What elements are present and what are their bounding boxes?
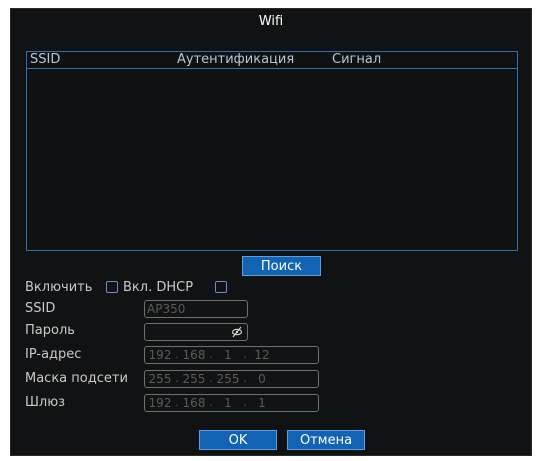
list-header: SSID Аутентификация Сигнал <box>27 52 517 69</box>
mask-octet-1: 255 <box>148 372 172 386</box>
mask-octet-4: 0 <box>258 372 266 386</box>
octet-separator: . <box>175 396 179 409</box>
octet-separator: . <box>209 372 213 385</box>
ip-label: IP-адрес <box>25 347 82 362</box>
column-authentication: Аутентификация <box>177 52 295 67</box>
column-signal: Сигнал <box>332 52 382 67</box>
dialog-title: Wifi <box>258 14 284 29</box>
ip-octet-2: 168 <box>182 348 206 362</box>
ssid-label: SSID <box>25 301 56 316</box>
octet-separator: . <box>209 396 213 409</box>
octet-separator: . <box>243 396 247 409</box>
password-input[interactable] <box>144 323 248 341</box>
enable-label: Включить <box>25 280 93 295</box>
password-label: Пароль <box>25 323 75 338</box>
gateway-octet-3: 1 <box>224 396 232 410</box>
ssid-input[interactable]: AP350 <box>144 300 248 318</box>
mask-octet-3: 255 <box>216 372 240 386</box>
column-ssid: SSID <box>30 52 61 67</box>
octet-separator: . <box>175 372 179 385</box>
wifi-network-list[interactable]: SSID Аутентификация Сигнал <box>26 51 518 251</box>
wifi-dialog: Wifi SSID Аутентификация Сигнал Поиск Вк… <box>10 8 532 456</box>
dhcp-checkbox[interactable] <box>215 281 227 293</box>
enable-checkbox[interactable] <box>106 281 118 293</box>
mask-octet-2: 255 <box>182 372 206 386</box>
ssid-value: AP350 <box>147 302 186 316</box>
octet-separator: . <box>209 348 213 361</box>
ip-octet-3: 1 <box>224 348 232 362</box>
search-button[interactable]: Поиск <box>242 256 321 276</box>
ok-button[interactable]: OK <box>199 430 277 450</box>
subnet-mask-input[interactable]: 255 . 255 . 255 . 0 <box>144 370 319 388</box>
gateway-octet-2: 168 <box>182 396 206 410</box>
cancel-button[interactable]: Отмена <box>287 430 365 450</box>
octet-separator: . <box>243 348 247 361</box>
gateway-octet-1: 192 <box>148 396 172 410</box>
ip-octet-4: 12 <box>254 348 270 362</box>
octet-separator: . <box>175 348 179 361</box>
gateway-label: Шлюз <box>25 395 66 410</box>
mask-label: Маска подсети <box>25 371 128 386</box>
ip-octet-1: 192 <box>148 348 172 362</box>
dhcp-label: Вкл. DHCP <box>123 280 194 295</box>
hide-password-icon[interactable] <box>231 325 243 339</box>
gateway-input[interactable]: 192 . 168 . 1 . 1 <box>144 394 319 412</box>
octet-separator: . <box>243 372 247 385</box>
ip-address-input[interactable]: 192 . 168 . 1 . 12 <box>144 346 319 364</box>
gateway-octet-4: 1 <box>258 396 266 410</box>
